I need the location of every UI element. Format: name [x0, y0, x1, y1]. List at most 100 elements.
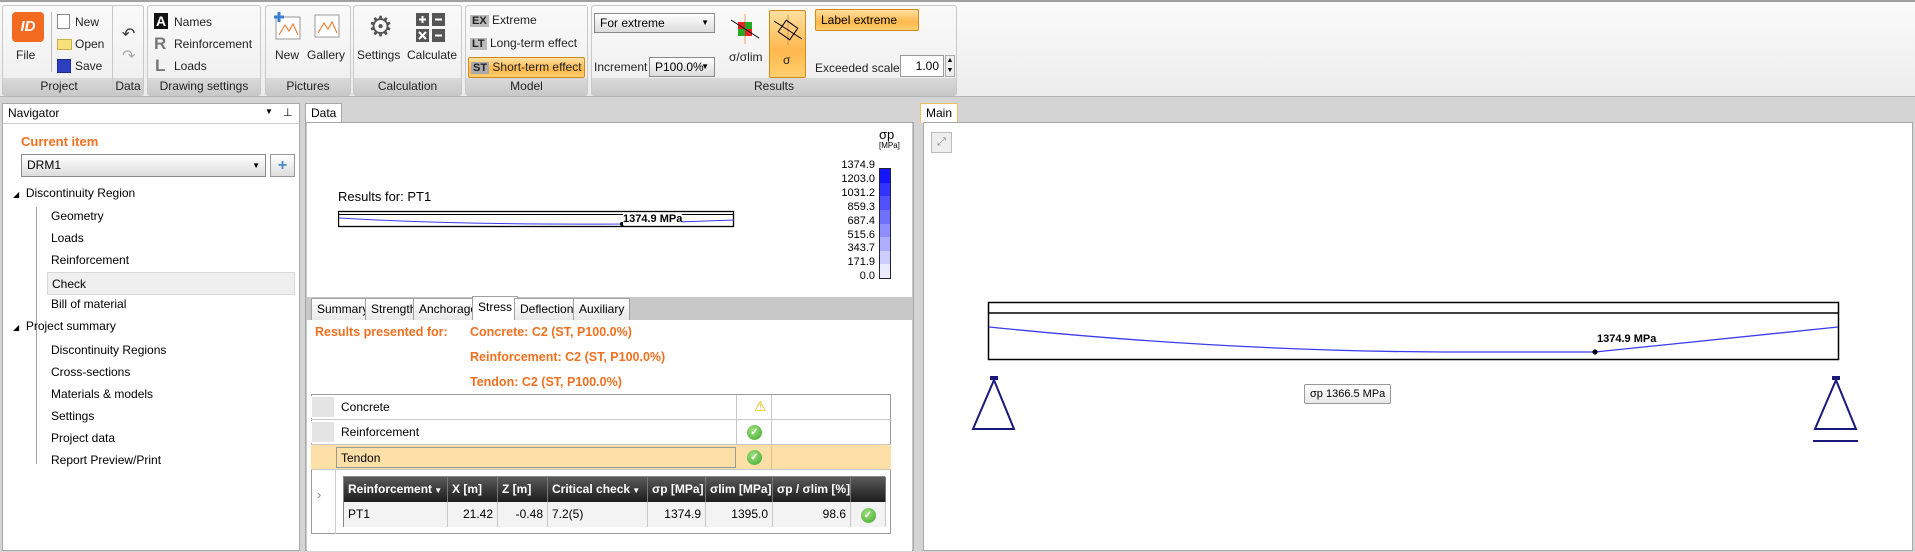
filter-icon[interactable]: ▼ [630, 486, 640, 495]
group-label: Project [3, 78, 115, 95]
header-label: σp [MPa] [652, 482, 704, 496]
model-short-term-button[interactable]: ST Short-term effect [468, 57, 585, 78]
file-logo-icon[interactable]: ID [12, 12, 44, 42]
legend-tick-label: 171.9 [847, 256, 875, 269]
label-extreme-toggle[interactable]: Label extreme [815, 9, 919, 31]
label: Short-term effect [492, 60, 582, 74]
tree-item-geometry[interactable]: Geometry [51, 209, 104, 223]
tree-item-loads[interactable]: Loads [51, 231, 84, 245]
new-file-icon [57, 14, 70, 29]
right-support-icon [1813, 376, 1858, 442]
increment-label: Increment [594, 60, 648, 74]
beam-outline [987, 301, 1840, 361]
preview-max-label: 1374.9 MPa [623, 213, 683, 225]
table-cell: 1395.0 [706, 502, 773, 527]
stress-element-icon [773, 15, 803, 45]
row-header[interactable] [311, 446, 335, 468]
expand-detail-chevron-icon[interactable]: › [317, 487, 321, 502]
tree-item-reinforcement[interactable]: Reinforcement [51, 253, 129, 267]
redo-icon[interactable]: ↷ [122, 46, 135, 66]
legend-tick-label: 1374.9 [841, 159, 875, 171]
model-extreme-button[interactable]: EX Extreme [470, 13, 537, 27]
names-toggle[interactable]: Names [174, 15, 212, 29]
exceeded-scale-spinner[interactable]: ▲ ▼ [945, 55, 955, 77]
legend-color-step [880, 250, 890, 265]
group-project: ID File New Open Save Project [2, 5, 116, 96]
current-item-combo[interactable]: DRM1 ▼ [21, 154, 266, 177]
tree-item-check[interactable]: Check [47, 272, 295, 295]
tree-item-settings[interactable]: Settings [51, 409, 94, 423]
tree-item-discontinuity-regions[interactable]: Discontinuity Regions [51, 343, 166, 357]
sigma-button[interactable]: σ [769, 10, 806, 78]
row-header[interactable] [311, 421, 335, 443]
stress-legend: σp [MPa] 1374.9 1203.0 1031.2 859.3 687.4 515… [819, 127, 904, 292]
legend-color-step [880, 264, 890, 278]
tree-group-project-summary[interactable]: ◢ Project summary [13, 319, 116, 333]
loads-toggle[interactable]: Loads [174, 59, 207, 73]
tab-main[interactable]: Main [920, 103, 959, 123]
filter-icon[interactable]: ▼ [432, 486, 442, 495]
row-header[interactable] [311, 396, 335, 418]
tab-data[interactable]: Data [305, 103, 343, 123]
exceeded-scale-input[interactable]: 1.00 [900, 55, 944, 77]
open-button[interactable]: Open [75, 37, 104, 51]
check-row-tendon[interactable]: Tendon ✓ [311, 445, 891, 470]
settings-button[interactable]: Settings [357, 48, 400, 62]
legend-color-step [880, 182, 890, 197]
tree-item-project-data[interactable]: Project data [51, 431, 115, 445]
model-long-term-button[interactable]: LT Long-term effect [470, 36, 577, 50]
tree-item-report-preview[interactable]: Report Preview/Print [51, 453, 161, 467]
column-header[interactable]: Critical check ▼ [548, 477, 648, 502]
new-picture-button[interactable]: New [275, 48, 299, 62]
column-header[interactable]: Z [m] [498, 477, 548, 502]
chevron-down-icon: ▼ [252, 161, 260, 170]
table-cell: 7.2(5) [548, 502, 648, 527]
tree-item-cross-sections[interactable]: Cross-sections [51, 365, 130, 379]
table-cell: 1374.9 [648, 502, 706, 527]
column-header[interactable]: σp / σlim [%] [773, 477, 851, 502]
tab-stress[interactable]: Stress [472, 296, 519, 320]
check-ok-icon: ✓ [747, 425, 762, 440]
column-header[interactable]: σlim [MPa] [706, 477, 773, 502]
group-model: EX Extreme LT Long-term effect ST Short-… [465, 5, 588, 96]
exceeded-scale-label: Exceeded scale [815, 61, 900, 75]
label: Project summary [25, 319, 116, 333]
header-label: Reinforcement [348, 482, 433, 496]
extreme-combo[interactable]: For extreme ▼ [594, 13, 715, 33]
tree-item-bill-of-material[interactable]: Bill of material [51, 297, 126, 311]
legend-title: σp [879, 127, 895, 142]
legend-color-step [880, 196, 890, 210]
save-button[interactable]: Save [75, 59, 102, 73]
check-name: Tendon [336, 447, 736, 468]
column-header[interactable]: σp [MPa] [648, 477, 706, 502]
reinforcement-toggle[interactable]: Reinforcement [174, 37, 252, 51]
check-row-reinforcement[interactable]: Reinforcement ✓ [311, 420, 891, 445]
group-results: For extreme ▼ Increment P100.0% ▼ σ/σlim σ… [591, 5, 957, 96]
chevron-down-icon: ▼ [701, 62, 709, 71]
value: DRM1 [27, 158, 62, 172]
file-button[interactable]: File [16, 48, 35, 62]
dropdown-icon[interactable]: ▼ [265, 107, 273, 116]
sigma-ratio-button[interactable]: σ/σlim [729, 50, 762, 64]
results-presented-label: Results presented for: [315, 325, 448, 339]
calculate-button[interactable]: Calculate [407, 48, 457, 62]
check-row-concrete[interactable]: Concrete ⚠ [311, 395, 891, 420]
column-header[interactable]: X [m] [448, 477, 498, 502]
add-item-button[interactable]: + [270, 154, 295, 177]
column-header[interactable]: Reinforcement ▼ [344, 477, 448, 502]
settings-gear-icon: ⚙ [368, 11, 394, 42]
tree-group-discontinuity-region[interactable]: ◢ Discontinuity Region [13, 186, 135, 200]
increment-combo[interactable]: P100.0% ▼ [649, 57, 715, 77]
table-cell: 21.42 [448, 502, 498, 527]
tab-deflection[interactable]: Deflection [514, 298, 580, 320]
undo-icon[interactable]: ↶ [122, 24, 135, 44]
presented-tendon: Tendon: C2 (ST, P100.0%) [470, 375, 622, 389]
legend-color-step [880, 209, 890, 224]
tab-auxiliary[interactable]: Auxiliary [573, 298, 631, 320]
pin-icon[interactable]: ⊥ [283, 106, 293, 119]
tree-item-materials-models[interactable]: Materials & models [51, 387, 153, 401]
gallery-button[interactable]: Gallery [307, 48, 345, 62]
label: σ [783, 53, 791, 67]
column-header[interactable] [851, 477, 886, 502]
new-button[interactable]: New [75, 15, 99, 29]
